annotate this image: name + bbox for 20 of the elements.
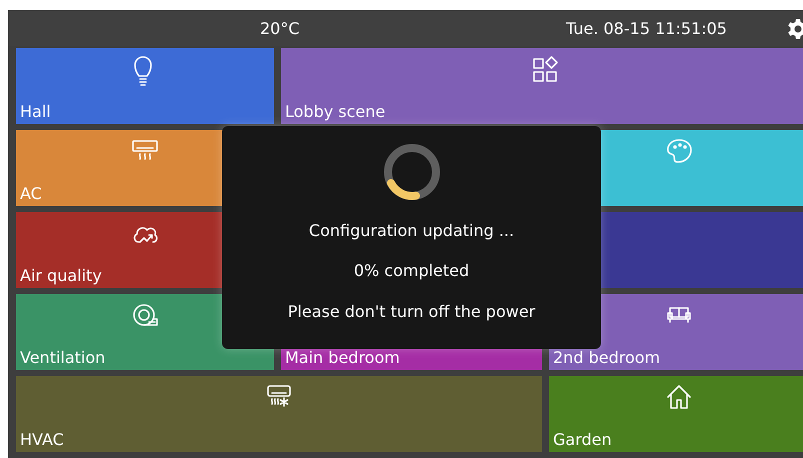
- loading-spinner-icon: [382, 143, 440, 201]
- dialog-title: Configuration updating ...: [308, 221, 514, 240]
- room-tile[interactable]: Hall: [16, 48, 274, 124]
- settings-icon[interactable]: [788, 19, 803, 39]
- tile-label: 2nd bedroom: [553, 349, 660, 367]
- tile-label: Main bedroom: [285, 349, 400, 367]
- tile-label: Lobby scene: [285, 103, 386, 121]
- tile-label: Garden: [553, 431, 612, 449]
- temperature-text: 20°C: [260, 18, 300, 38]
- room-tile[interactable]: Lobby scene: [281, 48, 803, 124]
- tile-label: Hall: [20, 103, 51, 121]
- tile-label: Air quality: [20, 267, 102, 285]
- warning-text: Please don't turn off the power: [288, 302, 536, 321]
- datetime-text: Tue. 08-15 11:51:05: [566, 18, 727, 38]
- tile-label: AC: [20, 185, 42, 203]
- progress-text: 0% completed: [354, 261, 470, 280]
- room-tile[interactable]: HVAC: [16, 376, 542, 452]
- room-tile[interactable]: Garden: [549, 376, 803, 452]
- tile-label: HVAC: [20, 431, 64, 449]
- tile-label: Ventilation: [20, 349, 106, 367]
